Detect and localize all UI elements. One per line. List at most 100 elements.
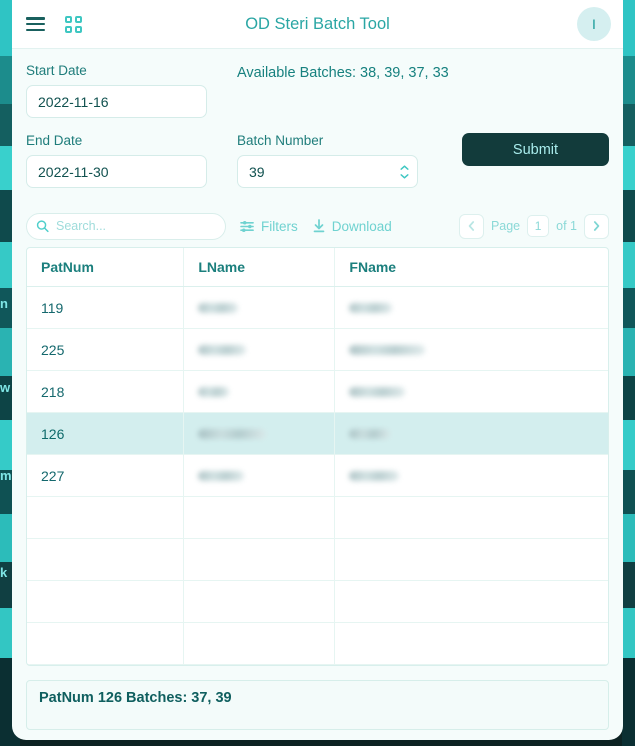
chevron-down-icon[interactable] [400,173,409,179]
search-box [26,212,226,240]
header-left-controls [26,15,82,33]
background-block [622,146,635,190]
start-date-input[interactable] [26,85,207,118]
download-icon [313,219,325,233]
app-header: OD Steri Batch Tool I [12,0,623,49]
redacted-name [349,470,400,481]
hamburger-menu-icon [26,17,45,31]
cell-patnum [27,496,185,539]
cell-fname [334,412,608,455]
cell-patnum [27,538,185,581]
cell-lname [183,328,336,371]
redacted-name [198,386,230,397]
redacted-name [349,302,393,313]
hamburger-menu-button[interactable] [26,17,45,31]
cell-patnum [27,580,185,623]
table-body: 119 225 218 126 227 [27,286,608,665]
batch-number-label: Batch Number [237,133,324,148]
cell-fname [334,622,608,665]
table-row[interactable] [27,622,608,665]
batch-number-field-group: Batch Number [237,133,418,188]
page-total-label: of 1 [556,219,577,233]
redacted-name [198,428,267,439]
results-table-container: PatNum LName FName 119 225 218 126 227 [26,247,609,666]
background-block [622,328,635,376]
submit-button[interactable]: Submit [462,133,609,166]
chevron-up-icon[interactable] [400,164,409,170]
background-block [622,608,635,658]
cell-lname [183,538,336,581]
redacted-name [349,386,406,397]
background-block [622,190,635,242]
search-icon [36,220,49,233]
background-block [622,514,635,562]
table-row[interactable]: 119 [27,286,608,329]
grid-apps-icon [65,15,82,33]
cell-fname [334,496,608,539]
table-header-row: PatNum LName FName [27,248,608,287]
filter-form: Start Date Available Batches: 38, 39, 37… [26,63,609,208]
background-text-fragment: k [0,565,8,580]
redacted-name [198,344,247,355]
cell-fname [334,538,608,581]
next-page-button[interactable] [584,213,609,239]
background-text-fragment: w [0,380,11,395]
search-input[interactable] [26,212,226,240]
stepper-arrows [400,164,409,179]
table-row[interactable]: 126 [27,412,608,455]
download-button[interactable]: Download [312,219,392,234]
status-message: PatNum 126 Batches: 37, 39 [26,680,609,730]
avatar[interactable]: I [577,7,611,41]
start-date-field-group: Start Date [26,63,207,118]
background-block [622,242,635,288]
table-row[interactable] [27,580,608,623]
end-date-label: End Date [26,133,83,148]
cell-fname [334,454,608,497]
table-row[interactable] [27,538,608,581]
cell-patnum: 126 [27,412,185,455]
table-toolbar: Filters Download Page of 1 [26,208,609,244]
background-block [622,470,635,514]
table-row[interactable]: 218 [27,370,608,413]
cell-fname [334,580,608,623]
available-batches-text: Available Batches: 38, 39, 37, 33 [237,65,449,81]
page-number-input[interactable] [527,215,550,237]
cell-lname [183,622,336,665]
batch-number-input[interactable] [237,155,418,188]
redacted-name [349,428,391,439]
results-table: PatNum LName FName 119 225 218 126 227 [27,248,608,665]
column-header-patnum[interactable]: PatNum [27,248,185,287]
background-window-right [622,0,635,746]
cell-patnum: 225 [27,328,185,371]
pagination: Page of 1 [458,213,609,239]
table-row[interactable] [27,496,608,539]
background-block [622,288,635,328]
cell-patnum: 227 [27,454,185,497]
end-date-field-group: End Date [26,133,207,188]
cell-lname [183,454,336,497]
background-block [622,562,635,608]
column-header-lname[interactable]: LName [183,248,336,287]
cell-lname [183,370,336,413]
page-label: Page [490,219,521,233]
background-block [622,0,635,56]
redacted-name [198,470,245,481]
background-block [622,104,635,146]
background-text-fragment: m [0,468,12,483]
filters-button[interactable]: Filters [240,219,298,234]
chevron-left-icon [468,221,474,231]
table-row[interactable]: 227 [27,454,608,497]
app-body: Start Date Available Batches: 38, 39, 37… [12,49,623,740]
grid-apps-button[interactable] [65,15,82,33]
background-block [622,658,635,746]
end-date-input[interactable] [26,155,207,188]
cell-lname [183,286,336,329]
table-row[interactable]: 225 [27,328,608,371]
download-label: Download [331,218,392,234]
redacted-name [349,344,426,355]
redacted-name [198,302,239,313]
column-header-fname[interactable]: FName [334,248,608,287]
background-block [622,420,635,470]
filters-label: Filters [261,218,298,234]
previous-page-button[interactable] [458,213,484,239]
